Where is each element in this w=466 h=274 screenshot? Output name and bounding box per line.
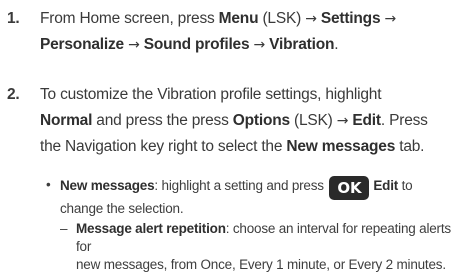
arrow-icon: → bbox=[336, 113, 349, 129]
menu-label: Menu bbox=[218, 10, 259, 27]
bullet-edit-label: Edit bbox=[373, 178, 399, 193]
bullet-text: New messages: highlight a setting and pr… bbox=[60, 176, 413, 216]
settings-label: Settings bbox=[320, 10, 381, 27]
vibration-label: Vibration bbox=[269, 36, 335, 53]
personalize-label: Personalize bbox=[40, 36, 124, 53]
arrow-icon: → bbox=[305, 11, 317, 27]
sound-profiles-label: Sound profiles bbox=[143, 36, 250, 53]
normal-label: Normal bbox=[40, 112, 93, 129]
arrow-icon: → bbox=[128, 37, 140, 53]
new-messages-label: New messages bbox=[60, 178, 155, 193]
step-1-number: 1. bbox=[7, 10, 20, 27]
step-1: 1. From Home screen, press Menu (LSK) → … bbox=[0, 6, 466, 60]
dash-text: Message alert repetition: choose an inte… bbox=[76, 221, 451, 272]
step-2-text: To customize the Vibration profile setti… bbox=[40, 86, 428, 155]
dash-mark: – bbox=[60, 221, 68, 236]
arrow-icon: → bbox=[253, 37, 266, 53]
arrow-icon: → bbox=[384, 11, 397, 27]
edit-label: Edit bbox=[352, 112, 381, 129]
instruction-page: 1. From Home screen, press Menu (LSK) → … bbox=[0, 0, 466, 272]
step-1-text: From Home screen, press Menu (LSK) → Set… bbox=[40, 10, 397, 53]
message-alert-repetition-label: Message alert repetition bbox=[76, 221, 226, 236]
step-2: 2. To customize the Vibration profile se… bbox=[0, 82, 466, 162]
new-messages-tab-label: New messages bbox=[286, 138, 396, 155]
bullet-dot: • bbox=[46, 177, 51, 192]
ok-key-icon: OK bbox=[329, 176, 370, 200]
step-2-number: 2. bbox=[7, 86, 20, 103]
new-messages-bullet: • New messages: highlight a setting and … bbox=[46, 176, 464, 216]
options-label: Options bbox=[232, 112, 290, 129]
message-alert-repetition-item: – Message alert repetition: choose an in… bbox=[60, 220, 464, 272]
